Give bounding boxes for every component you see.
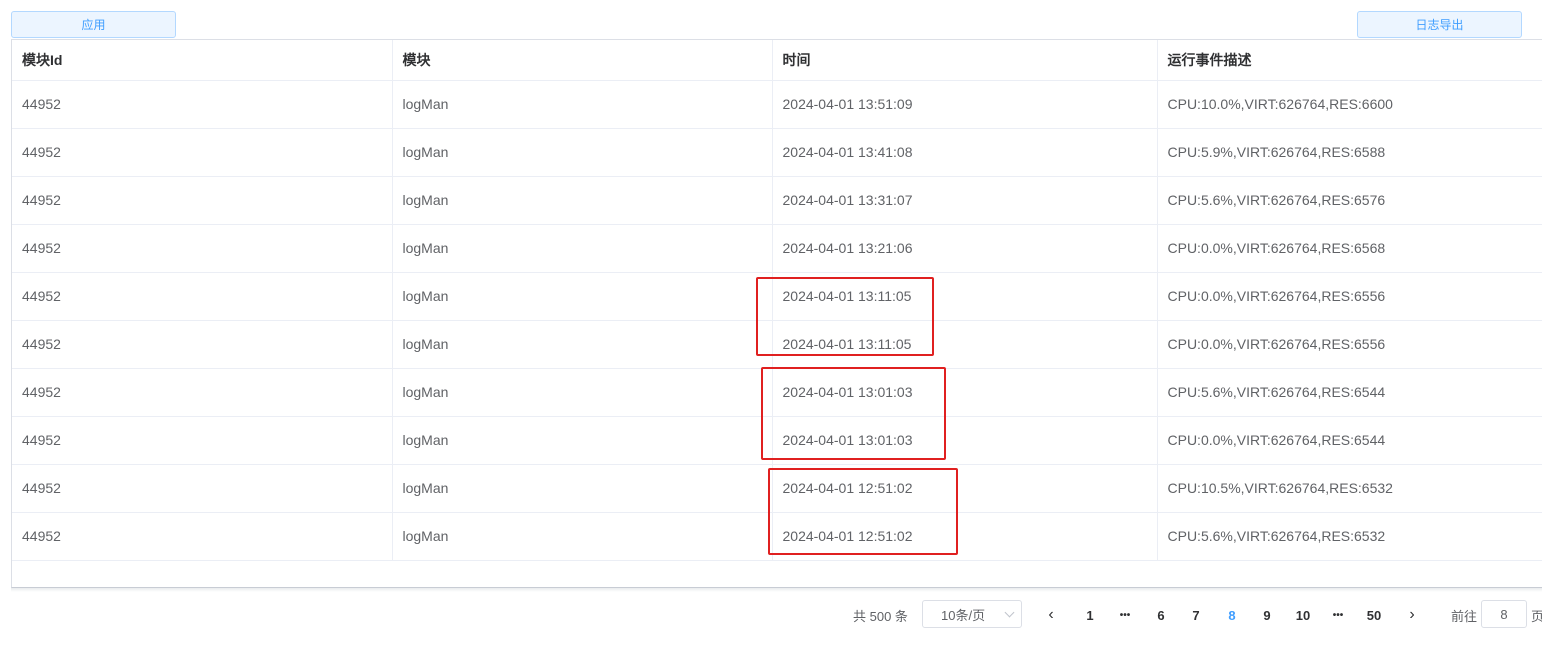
cell-module: logMan [392, 80, 773, 129]
cell-module-id: 44952 [12, 176, 393, 225]
cell-module: logMan [392, 224, 773, 273]
cell-module-id: 44952 [12, 128, 393, 177]
cell-module-id: 44952 [12, 416, 393, 465]
goto-suffix: 页 [1531, 608, 1542, 624]
table-row[interactable]: 44952 logMan 2024-04-01 13:21:06 CPU:0.0%,V… [12, 224, 1542, 273]
cell-event-description: CPU:10.0%,VIRT:626764,RES:6600 [1157, 80, 1542, 129]
cell-time: 2024-04-01 13:31:07 [772, 176, 1158, 225]
cell-module: logMan [392, 320, 773, 369]
cell-event-description: CPU:0.0%,VIRT:626764,RES:6556 [1157, 272, 1542, 321]
cell-event-description: CPU:5.6%,VIRT:626764,RES:6544 [1157, 368, 1542, 417]
page-ellipsis-next[interactable]: ••• [1325, 600, 1351, 630]
cell-module: logMan [392, 176, 773, 225]
table-row[interactable]: 44952 logMan 2024-04-01 13:41:08 CPU:5.9%,V… [12, 128, 1542, 177]
cell-module-id: 44952 [12, 464, 393, 513]
page-8-current[interactable]: 8 [1219, 600, 1245, 630]
table-row[interactable]: 44952 logMan 2024-04-01 13:31:07 CPU:5.6%,V… [12, 176, 1542, 225]
prev-page-button[interactable]: ‹ [1041, 600, 1061, 630]
cell-event-description: CPU:0.0%,VIRT:626764,RES:6568 [1157, 224, 1542, 273]
cell-module: logMan [392, 368, 773, 417]
cell-module-id: 44952 [12, 368, 393, 417]
cell-module: logMan [392, 512, 773, 561]
cell-module-id: 44952 [12, 80, 393, 129]
goto-page-input[interactable]: 8 [1481, 600, 1527, 628]
chevron-down-icon [1004, 607, 1015, 618]
pagination-total: 共 500 条 [853, 608, 908, 624]
column-header-module-id[interactable]: 模块Id [12, 40, 393, 81]
next-page-button[interactable]: › [1402, 600, 1422, 630]
cell-event-description: CPU:0.0%,VIRT:626764,RES:6544 [1157, 416, 1542, 465]
apply-button[interactable]: 应用 [11, 11, 176, 38]
cell-module: logMan [392, 128, 773, 177]
table-row[interactable]: 44952 logMan 2024-04-01 13:51:09 CPU:10.0%,… [12, 80, 1542, 129]
cell-time: 2024-04-01 13:21:06 [772, 224, 1158, 273]
cell-module-id: 44952 [12, 320, 393, 369]
cell-event-description: CPU:0.0%,VIRT:626764,RES:6556 [1157, 320, 1542, 369]
column-header-module[interactable]: 模块 [392, 40, 773, 81]
cell-event-description: CPU:5.6%,VIRT:626764,RES:6532 [1157, 512, 1542, 561]
highlight-box [768, 468, 958, 555]
cell-module: logMan [392, 464, 773, 513]
page-10[interactable]: 10 [1290, 600, 1316, 630]
page-1[interactable]: 1 [1077, 600, 1103, 630]
table-bottom-shadow [11, 588, 1542, 592]
highlight-box [761, 367, 946, 460]
goto-label: 前往 [1451, 608, 1478, 624]
column-header-time[interactable]: 时间 [772, 40, 1158, 81]
page-7[interactable]: 7 [1183, 600, 1209, 630]
page-9[interactable]: 9 [1254, 600, 1280, 630]
page-size-value: 10条/页 [941, 607, 986, 623]
cell-module: logMan [392, 272, 773, 321]
cell-time: 2024-04-01 13:41:08 [772, 128, 1158, 177]
page-size-select[interactable]: 10条/页 [922, 600, 1022, 628]
cell-module: logMan [392, 416, 773, 465]
highlight-box [756, 277, 934, 356]
table-header-row: 模块Id 模块 时间 运行事件描述 [12, 40, 1542, 81]
page-50[interactable]: 50 [1361, 600, 1387, 630]
page-6[interactable]: 6 [1148, 600, 1174, 630]
cell-event-description: CPU:10.5%,VIRT:626764,RES:6532 [1157, 464, 1542, 513]
cell-module-id: 44952 [12, 224, 393, 273]
cell-event-description: CPU:5.9%,VIRT:626764,RES:6588 [1157, 128, 1542, 177]
cell-module-id: 44952 [12, 512, 393, 561]
pagination: 共 500 条 10条/页 ‹ 1 ••• 6 7 8 9 10 ••• 50 … [0, 600, 1542, 630]
log-export-button[interactable]: 日志导出 [1357, 11, 1522, 38]
cell-time: 2024-04-01 13:51:09 [772, 80, 1158, 129]
column-header-event-description[interactable]: 运行事件描述 [1157, 40, 1542, 81]
cell-module-id: 44952 [12, 272, 393, 321]
page-ellipsis-prev[interactable]: ••• [1112, 600, 1138, 630]
cell-event-description: CPU:5.6%,VIRT:626764,RES:6576 [1157, 176, 1542, 225]
